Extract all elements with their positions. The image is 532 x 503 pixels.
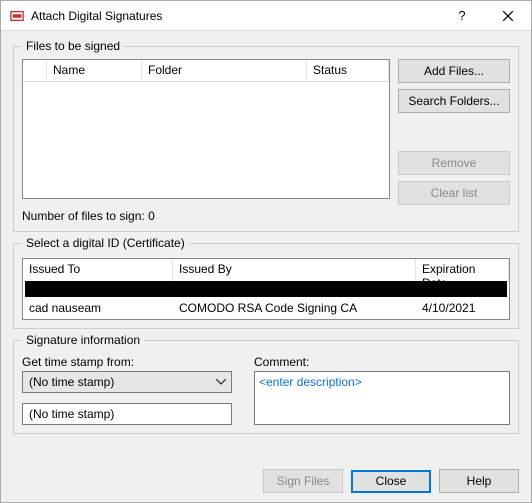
help-footer-button[interactable]: Help bbox=[439, 469, 519, 493]
timestamp-combo-value: (No time stamp) bbox=[29, 375, 114, 389]
files-col-status[interactable]: Status bbox=[307, 60, 389, 81]
chevron-down-icon bbox=[214, 375, 228, 389]
timestamp-combo[interactable]: (No time stamp) bbox=[22, 371, 232, 393]
cert-cell-expiration: 4/10/2021 bbox=[416, 299, 509, 317]
timestamp-label: Get time stamp from: bbox=[22, 355, 232, 369]
search-folders-button[interactable]: Search Folders... bbox=[398, 89, 510, 113]
cert-cell-issued-to: cad nauseam bbox=[23, 299, 173, 317]
sign-files-button: Sign Files bbox=[263, 469, 343, 493]
cert-col-issued-by[interactable]: Issued By bbox=[173, 259, 416, 281]
files-col-checkbox[interactable] bbox=[23, 60, 47, 81]
close-button[interactable]: Close bbox=[351, 470, 431, 493]
signature-legend: Signature information bbox=[22, 333, 144, 347]
files-list-header: Name Folder Status bbox=[23, 60, 389, 82]
files-legend: Files to be signed bbox=[22, 39, 124, 53]
help-button[interactable]: ? bbox=[439, 1, 485, 31]
files-count-prefix: Number of files to sign: bbox=[22, 209, 148, 223]
titlebar: Attach Digital Signatures ? bbox=[1, 1, 531, 31]
files-count-value: 0 bbox=[148, 209, 155, 223]
remove-button: Remove bbox=[398, 151, 510, 175]
files-col-folder[interactable]: Folder bbox=[142, 60, 307, 81]
files-list[interactable]: Name Folder Status bbox=[22, 59, 390, 199]
timestamp-status-text: (No time stamp) bbox=[29, 407, 114, 421]
files-count: Number of files to sign: 0 bbox=[22, 209, 510, 223]
dialog-footer: Sign Files Close Help bbox=[1, 460, 531, 502]
certificate-table[interactable]: Issued To Issued By Expiration Date cad … bbox=[22, 258, 510, 320]
comment-input[interactable]: <enter description> bbox=[254, 371, 510, 425]
certificate-header: Issued To Issued By Expiration Date bbox=[23, 259, 509, 281]
signature-groupbox: Signature information Get time stamp fro… bbox=[13, 333, 519, 434]
app-icon bbox=[9, 8, 25, 24]
close-icon bbox=[503, 11, 513, 21]
certificate-row[interactable]: cad nauseam COMODO RSA Code Signing CA 4… bbox=[23, 297, 509, 319]
close-window-button[interactable] bbox=[485, 1, 531, 31]
comment-label: Comment: bbox=[254, 355, 510, 369]
dialog-window: Attach Digital Signatures ? Files to be … bbox=[0, 0, 532, 503]
cert-cell-issued-by: COMODO RSA Code Signing CA bbox=[173, 299, 416, 317]
dialog-content: Files to be signed Name Folder Status Ad… bbox=[1, 31, 531, 460]
files-groupbox: Files to be signed Name Folder Status Ad… bbox=[13, 39, 519, 232]
clear-list-button: Clear list bbox=[398, 181, 510, 205]
cert-col-expiration[interactable]: Expiration Date bbox=[416, 259, 509, 281]
cert-col-issued-to[interactable]: Issued To bbox=[23, 259, 173, 281]
timestamp-status-box: (No time stamp) bbox=[22, 403, 232, 425]
files-side-buttons: Add Files... Search Folders... Remove Cl… bbox=[398, 59, 510, 205]
add-files-button[interactable]: Add Files... bbox=[398, 59, 510, 83]
window-title: Attach Digital Signatures bbox=[31, 9, 439, 23]
certificate-legend: Select a digital ID (Certificate) bbox=[22, 236, 189, 250]
comment-placeholder: <enter description> bbox=[259, 375, 362, 389]
files-col-name[interactable]: Name bbox=[47, 60, 142, 81]
certificate-groupbox: Select a digital ID (Certificate) Issued… bbox=[13, 236, 519, 329]
